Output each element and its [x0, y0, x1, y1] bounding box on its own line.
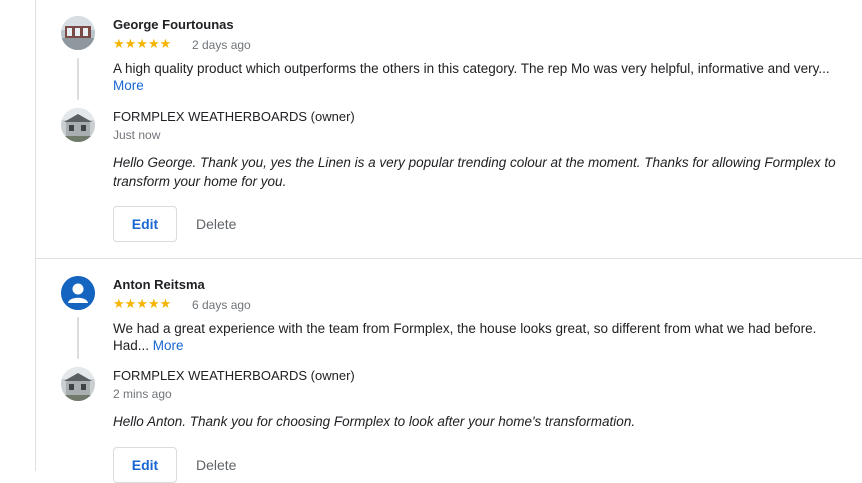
owner-reply-text: Hello Anton. Thank you for choosing Form…	[113, 414, 636, 429]
default-person-icon[interactable]	[61, 276, 95, 310]
more-link[interactable]: More	[153, 338, 184, 353]
owner-name: FORMPLEX WEATHERBOARDS (owner)	[113, 368, 355, 383]
thread-line	[77, 317, 79, 359]
review-date: 2 days ago	[192, 38, 251, 52]
review-author[interactable]: George Fourtounas	[113, 17, 234, 32]
review-card: Anton Reitsma ★★★★★ 6 days ago We had a …	[36, 259, 862, 483]
review-text-body: We had a great experience with the team …	[113, 321, 817, 353]
review-card: George Fourtounas ★★★★★ 2 days ago A hig…	[36, 0, 862, 258]
owner-reply-time: 2 mins ago	[113, 387, 172, 401]
reviews-panel: George Fourtounas ★★★★★ 2 days ago A hig…	[35, 0, 862, 483]
edit-button[interactable]: Edit	[113, 447, 177, 483]
thread-line	[77, 58, 79, 100]
owner-reply-text: Hello George. Thank you, yes the Linen i…	[113, 155, 836, 189]
more-link[interactable]: More	[113, 78, 144, 93]
house-photo-icon	[61, 367, 95, 401]
review-author[interactable]: Anton Reitsma	[113, 277, 205, 292]
owner-reply-time: Just now	[113, 128, 161, 142]
review-text: A high quality product which outperforms…	[113, 60, 833, 94]
star-rating: ★★★★★	[113, 36, 172, 51]
delete-button[interactable]: Delete	[188, 447, 244, 483]
house-photo-icon	[61, 108, 95, 142]
review-text: We had a great experience with the team …	[113, 320, 833, 354]
delete-button[interactable]: Delete	[188, 206, 244, 242]
review-text-body: A high quality product which outperforms…	[113, 61, 830, 76]
profile-photo-icon[interactable]	[61, 16, 95, 50]
edit-button[interactable]: Edit	[113, 206, 177, 242]
review-date: 6 days ago	[192, 298, 251, 312]
star-rating: ★★★★★	[113, 296, 172, 311]
owner-name: FORMPLEX WEATHERBOARDS (owner)	[113, 109, 355, 124]
